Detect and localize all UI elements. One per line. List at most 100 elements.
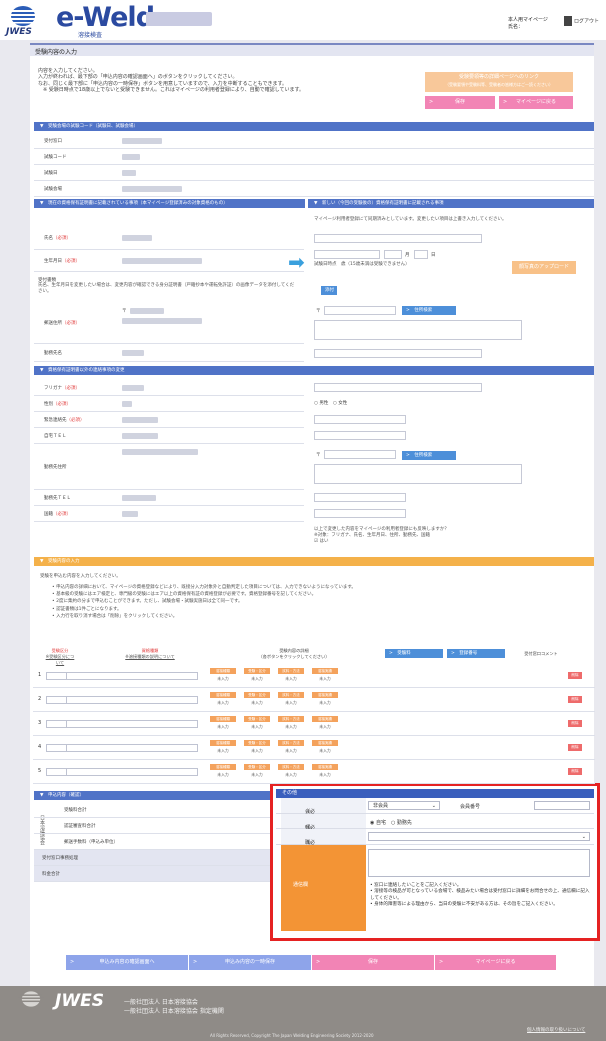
detail-button[interactable]: 溶接実績 <box>312 764 338 770</box>
fee-label: 受験料合計 <box>64 808 87 813</box>
contact-label: 自宅ＴＥＬ <box>44 434 67 439</box>
logo-org: JWES <box>6 27 32 37</box>
contact-value <box>122 385 144 391</box>
detail-button[interactable]: 受験・区分 <box>244 764 270 770</box>
detail-status: 未入力 <box>319 700 331 705</box>
top-save-button[interactable]: > 保存 <box>425 96 495 109</box>
new-address-textarea[interactable] <box>314 320 522 340</box>
address-row: 郵送住所（必須） 〒 <box>34 300 304 344</box>
copyright: All Rights Reserved, Copyright The Japan… <box>210 1033 374 1038</box>
attach-button[interactable]: 添付 <box>321 286 337 295</box>
detail-button[interactable]: 試料・方法 <box>278 692 304 698</box>
contact-input[interactable] <box>314 415 406 424</box>
detail-button[interactable]: 試料・方法 <box>278 740 304 746</box>
exam-info-row <box>34 149 594 165</box>
exam-guide-link[interactable]: 受験要領等の詳細ページへのリンク （受験要領や受験料等、受験者の皆様方はご一読くだ… <box>425 72 573 92</box>
apply-instruction-item: • 申込内容の詳細において、マイページの資格登録などにより、既接分入力対象外と自… <box>52 585 356 590</box>
name-label: 氏名（必須） <box>44 236 71 241</box>
section-fees: ▼ 申込内容（確認） <box>34 791 270 800</box>
detail-button[interactable]: 試料・方法 <box>278 716 304 722</box>
section-exam-code: ▼ 受験会場の試験コード（試験日、試験会場） <box>34 122 594 131</box>
mail-row: 郵送先（必須） ◉ 自宅 ○ 勤務先 <box>276 814 594 845</box>
my-page-label[interactable]: 本人用マイページ 氏名： <box>508 17 548 31</box>
fee-label: 料金合計 <box>42 872 60 877</box>
col-reg-button[interactable]: > 登録番号 <box>447 649 505 658</box>
new-cert-note: マイページ利用者登録にて同期済みとしています。変更したい項目は上書き入力してくだ… <box>314 217 507 222</box>
delete-row-button[interactable]: 削除 <box>568 672 582 679</box>
detail-button[interactable]: 受験・区分 <box>244 692 270 698</box>
gender-radios[interactable]: ○ 男性 ○ 女性 <box>314 400 347 406</box>
delete-row-button[interactable]: 削除 <box>568 744 582 751</box>
contact-input[interactable] <box>314 383 482 392</box>
office-address-textarea[interactable] <box>314 464 522 484</box>
privacy-link[interactable]: 個人情報の取り扱いについて <box>527 1027 585 1033</box>
footer-logo: JWES <box>55 991 104 1011</box>
contact-value <box>122 449 198 455</box>
detail-button[interactable]: 受験・区分 <box>244 716 270 722</box>
new-postal-input[interactable] <box>324 306 396 315</box>
bottom-save-button[interactable]: > 保存 <box>312 955 434 970</box>
detail-button[interactable]: 試料・方法 <box>278 764 304 770</box>
col-file-button[interactable]: > 受験料 <box>385 649 443 658</box>
detail-button[interactable]: 溶接種類 <box>210 692 236 698</box>
detail-button[interactable]: 溶接種類 <box>210 668 236 674</box>
cert-select[interactable] <box>66 672 198 680</box>
cert-select[interactable] <box>66 720 198 728</box>
dob-label: 生年月日（必須） <box>44 259 80 264</box>
apply-intro: 受験を申込む内容を入力してください。 <box>40 574 121 579</box>
dob-year-select[interactable] <box>314 250 380 259</box>
office-address-search-button[interactable]: > 住所検索 <box>402 451 456 460</box>
new-name-input[interactable] <box>314 234 482 243</box>
member-select[interactable]: 非会員 ⌄ <box>368 801 440 810</box>
other-section-highlight: その他 会員／非会員区分（必須） 非会員⌄ 会員番号 郵送先（必須） ◉ 自宅 … <box>270 783 600 941</box>
temp-save-button[interactable]: > 申込み内容の一時保存 <box>189 955 311 970</box>
delete-row-button[interactable]: 削除 <box>568 720 582 727</box>
office-postal-input[interactable] <box>324 450 396 459</box>
detail-button[interactable]: 溶接実績 <box>312 692 338 698</box>
detail-button[interactable]: 溶接種類 <box>210 740 236 746</box>
photo-upload-button[interactable]: 顔写真のアップロード <box>512 261 576 274</box>
cert-select[interactable] <box>66 744 198 752</box>
new-office-input[interactable] <box>314 349 482 358</box>
dob-day-select[interactable] <box>414 250 428 259</box>
postal-value <box>130 308 164 314</box>
fee-label: 受付窓口事務処理 <box>42 856 78 861</box>
detail-status: 未入力 <box>285 700 297 705</box>
detail-button[interactable]: 溶接実績 <box>312 716 338 722</box>
logout-button[interactable]: ログアウト <box>564 16 599 26</box>
delete-row-button[interactable]: 削除 <box>568 768 582 775</box>
contact-input[interactable] <box>314 431 406 440</box>
job-select[interactable]: ⌄ <box>368 832 590 841</box>
page-title-bar: 受験内容の入力 <box>30 43 594 56</box>
cert-select[interactable] <box>66 768 198 776</box>
contact-input[interactable] <box>314 509 406 518</box>
confirm-button[interactable]: > 申込み内容の確認画面へ <box>66 955 188 970</box>
bottom-mypage-button[interactable]: > マイページに戻る <box>435 955 556 970</box>
detail-button[interactable]: 試料・方法 <box>278 668 304 674</box>
detail-button[interactable]: 受験・区分 <box>244 740 270 746</box>
top-mypage-button[interactable]: > マイページに戻る <box>499 96 573 109</box>
detail-button[interactable]: 溶接種類 <box>210 764 236 770</box>
remarks-label-cell: 通信欄 <box>281 845 366 931</box>
detail-button[interactable]: 溶接種類 <box>210 716 236 722</box>
detail-status: 未入力 <box>217 676 229 681</box>
detail-button[interactable]: 溶接実績 <box>312 668 338 674</box>
detail-button[interactable]: 溶接実績 <box>312 740 338 746</box>
detail-status: 未入力 <box>285 772 297 777</box>
dob-day-unit: 日 <box>431 253 436 258</box>
cert-select[interactable] <box>66 696 198 704</box>
contact-input[interactable] <box>314 493 406 502</box>
delete-row-button[interactable]: 削除 <box>568 696 582 703</box>
exam-info-label: 受付窓口 <box>44 139 62 144</box>
remarks-textarea[interactable] <box>368 849 590 877</box>
mail-radios[interactable]: ◉ 自宅 ○ 勤務先 <box>370 819 412 826</box>
apply-instruction-item: • 2度に集約の分まで申込むことができます。ただし、試験会場・試験実施日は全て同… <box>52 599 243 605</box>
member-no-input[interactable] <box>534 801 590 810</box>
address-search-button[interactable]: > 住所検索 <box>402 306 456 315</box>
remarks-notes: • 窓口に連絡したいことをご記入ください。 • 溶接等の検品が可となっている会場で… <box>370 883 592 908</box>
dob-month-select[interactable] <box>384 250 402 259</box>
remarks-note: • 溶接等の検品が可となっている会場で、検品みたい場合は受付窓口に詳細をお問合せ… <box>370 889 590 901</box>
row-number: 2 <box>38 696 42 702</box>
detail-button[interactable]: 受験・区分 <box>244 668 270 674</box>
contact-label: 緊急連絡先（必須） <box>44 418 85 423</box>
